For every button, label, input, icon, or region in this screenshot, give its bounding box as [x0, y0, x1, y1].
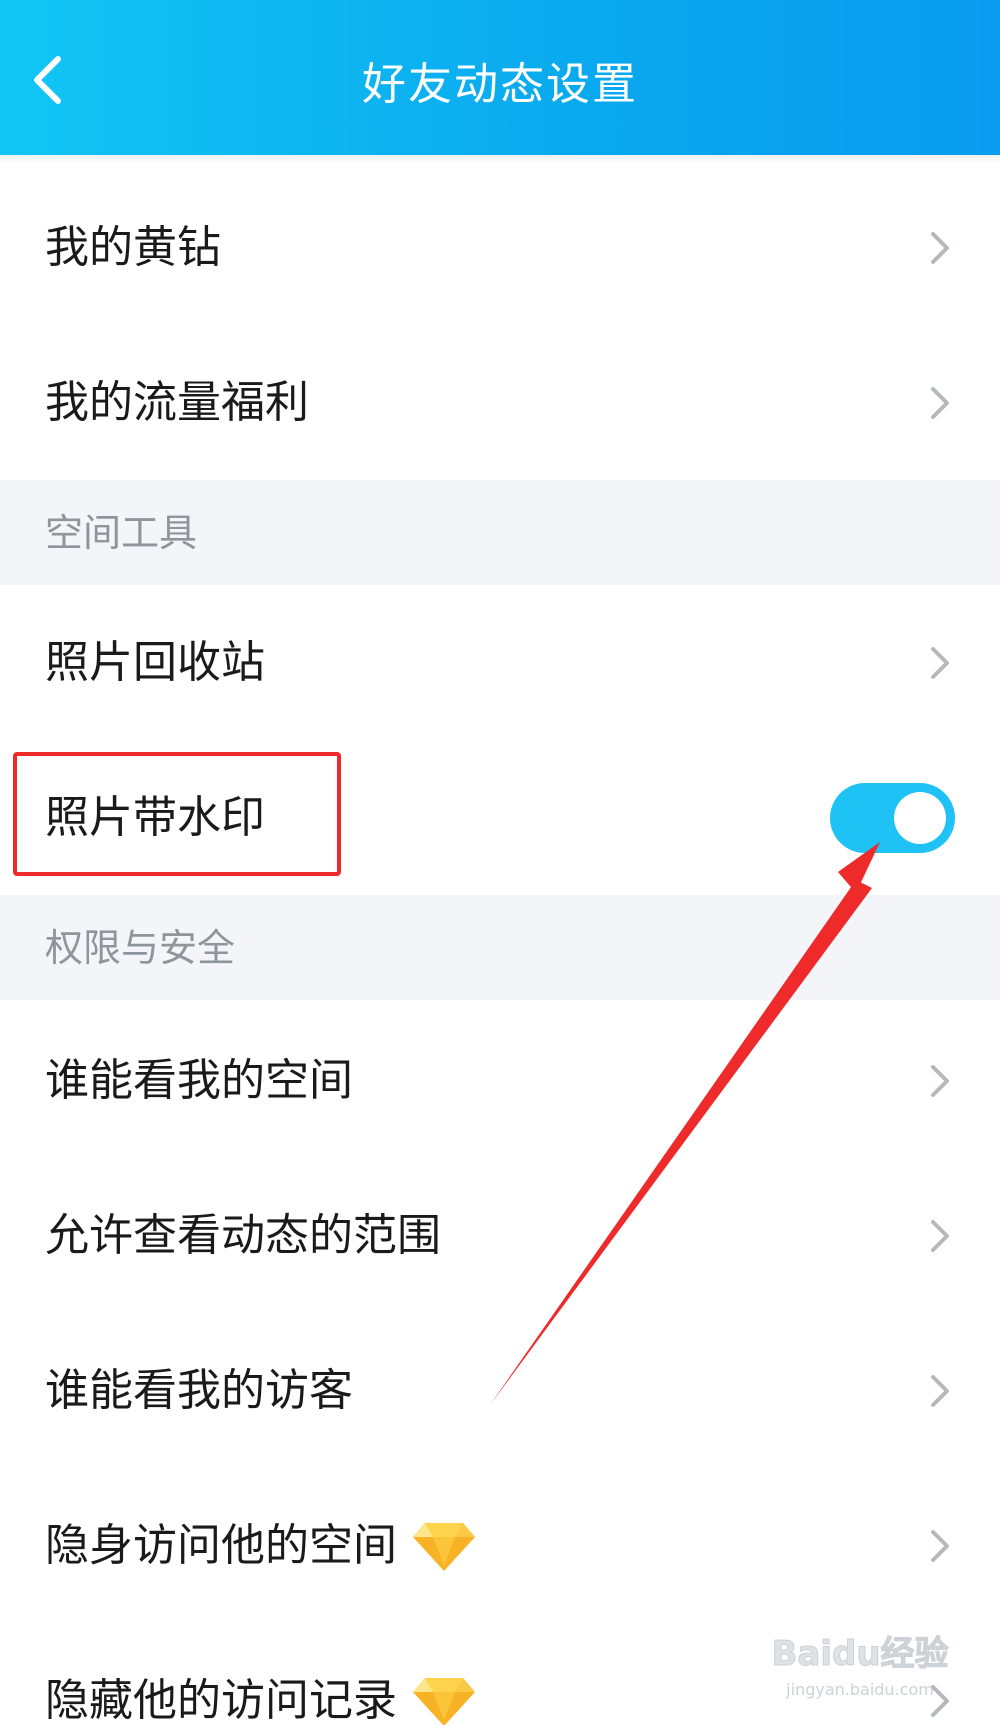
menu-item-label: 隐藏他的访问记录: [45, 1674, 397, 1725]
yellow-diamond-icon: [411, 1674, 477, 1725]
watermark-toggle-switch[interactable]: [830, 782, 955, 853]
menu-item-label: 谁能看我的访客: [45, 1364, 353, 1416]
menu-item-label: 照片带水印: [45, 791, 265, 843]
menu-item-who-can-view-space[interactable]: 谁能看我的空间: [0, 1003, 1000, 1158]
menu-item-label: 允许查看动态的范围: [45, 1209, 441, 1261]
menu-item-photo-watermark: 照片带水印: [0, 740, 1000, 895]
section-header-space-tools: 空间工具: [0, 480, 1000, 585]
menu-item-label-wrap: 隐身访问他的空间: [45, 1518, 477, 1574]
menu-item-label: 隐身访问他的空间: [45, 1519, 397, 1571]
header-shadow: [0, 155, 1000, 163]
section-header-privacy-security: 权限与安全: [0, 895, 1000, 1000]
chevron-right-icon: [925, 1214, 955, 1258]
chevron-right-icon: [925, 1679, 955, 1723]
chevron-right-icon: [925, 381, 955, 425]
menu-item-label: 我的流量福利: [45, 376, 309, 428]
menu-item-label: 照片回收站: [45, 636, 265, 688]
menu-item-label-wrap: 隐藏他的访问记录: [45, 1673, 477, 1725]
yellow-diamond-icon: [411, 1519, 477, 1573]
chevron-right-icon: [925, 1059, 955, 1103]
section-label: 权限与安全: [45, 925, 236, 970]
chevron-right-icon: [925, 641, 955, 685]
menu-item-feed-visibility-range[interactable]: 允许查看动态的范围: [0, 1158, 1000, 1313]
menu-item-who-can-view-visitors[interactable]: 谁能看我的访客: [0, 1313, 1000, 1468]
menu-item-label: 谁能看我的空间: [45, 1054, 353, 1106]
menu-item-hide-visit-record[interactable]: 隐藏他的访问记录: [0, 1623, 1000, 1725]
title-bar: 好友动态设置: [0, 0, 1000, 155]
page-title: 好友动态设置: [362, 59, 638, 110]
section-label: 空间工具: [45, 510, 198, 555]
settings-page: 好友动态设置 我的黄钻 我的流量福利 空间工具 照片回收站 照片带水印 权限与安…: [0, 0, 1000, 1725]
chevron-right-icon: [925, 1369, 955, 1413]
chevron-right-icon: [925, 1524, 955, 1568]
menu-item-data-benefits[interactable]: 我的流量福利: [0, 325, 1000, 480]
menu-item-yellow-diamond[interactable]: 我的黄钻: [0, 170, 1000, 325]
chevron-right-icon: [925, 226, 955, 270]
menu-item-label: 我的黄钻: [45, 221, 221, 273]
toggle-knob: [894, 791, 946, 844]
menu-item-photo-recycle-bin[interactable]: 照片回收站: [0, 585, 1000, 740]
menu-item-invisible-visit[interactable]: 隐身访问他的空间: [0, 1468, 1000, 1623]
